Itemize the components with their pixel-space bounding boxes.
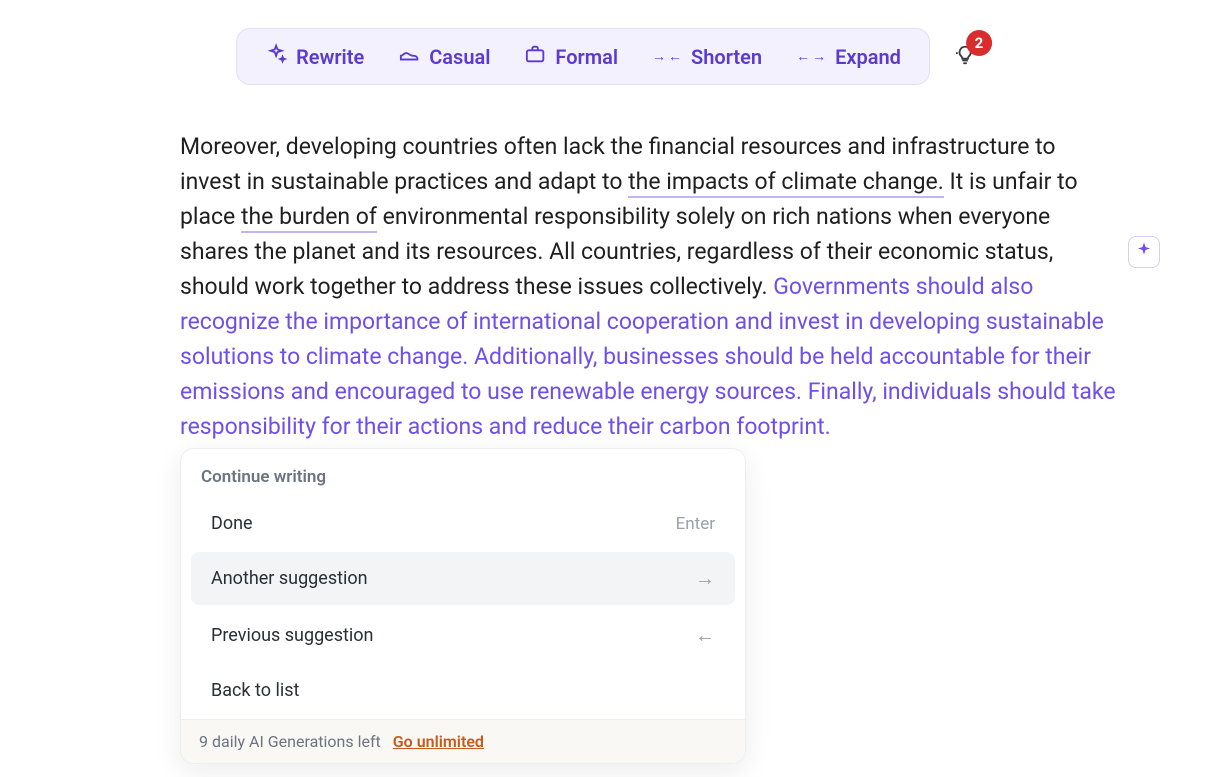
notification-badge: 2: [966, 30, 992, 56]
formal-button[interactable]: Formal: [524, 43, 618, 70]
popup-title: Continue writing: [181, 449, 745, 495]
underlined-phrase-1[interactable]: the impacts of climate change.: [628, 168, 944, 198]
another-suggestion-option[interactable]: Another suggestion →: [191, 552, 735, 605]
done-shortcut: Enter: [676, 514, 715, 534]
briefcase-icon: [524, 43, 546, 70]
back-to-list-label: Back to list: [211, 680, 299, 701]
ai-toolbar-wrap: Rewrite Casual Formal →← Shorten ←→ Expa…: [236, 28, 982, 85]
rewrite-button[interactable]: Rewrite: [265, 43, 364, 70]
suggestions-bulb-button[interactable]: 2: [948, 40, 982, 74]
expand-label: Expand: [835, 45, 901, 69]
done-label: Done: [211, 513, 253, 534]
back-to-list-option[interactable]: Back to list: [191, 666, 735, 715]
generations-left-text: 9 daily AI Generations left: [199, 732, 381, 751]
shorten-label: Shorten: [691, 45, 762, 69]
ai-toolbar: Rewrite Casual Formal →← Shorten ←→ Expa…: [236, 28, 930, 85]
go-unlimited-link[interactable]: Go unlimited: [393, 732, 484, 751]
expand-button[interactable]: ←→ Expand: [796, 45, 901, 69]
shoe-icon: [398, 43, 420, 70]
rewrite-label: Rewrite: [296, 45, 364, 69]
sparkle-icon: [265, 43, 287, 70]
sparkle-icon: [1135, 241, 1153, 263]
underlined-phrase-2[interactable]: the burden of: [241, 203, 377, 233]
popup-footer: 9 daily AI Generations left Go unlimited: [181, 719, 745, 763]
arrow-right-icon: →: [695, 566, 715, 591]
arrows-in-icon: →←: [652, 50, 682, 64]
casual-button[interactable]: Casual: [398, 43, 490, 70]
casual-label: Casual: [429, 45, 490, 69]
previous-suggestion-label: Previous suggestion: [211, 625, 374, 646]
document-paragraph[interactable]: Moreover, developing countries often lac…: [180, 130, 1120, 445]
previous-suggestion-option[interactable]: Previous suggestion ←: [191, 609, 735, 662]
arrows-out-icon: ←→: [796, 50, 826, 64]
ai-assistant-floating-button[interactable]: [1128, 236, 1160, 268]
continue-writing-popup: Continue writing Done Enter Another sugg…: [180, 448, 746, 764]
done-option[interactable]: Done Enter: [191, 499, 735, 548]
formal-label: Formal: [555, 45, 618, 69]
another-suggestion-label: Another suggestion: [211, 568, 368, 589]
shorten-button[interactable]: →← Shorten: [652, 45, 762, 69]
arrow-left-icon: ←: [695, 623, 715, 648]
